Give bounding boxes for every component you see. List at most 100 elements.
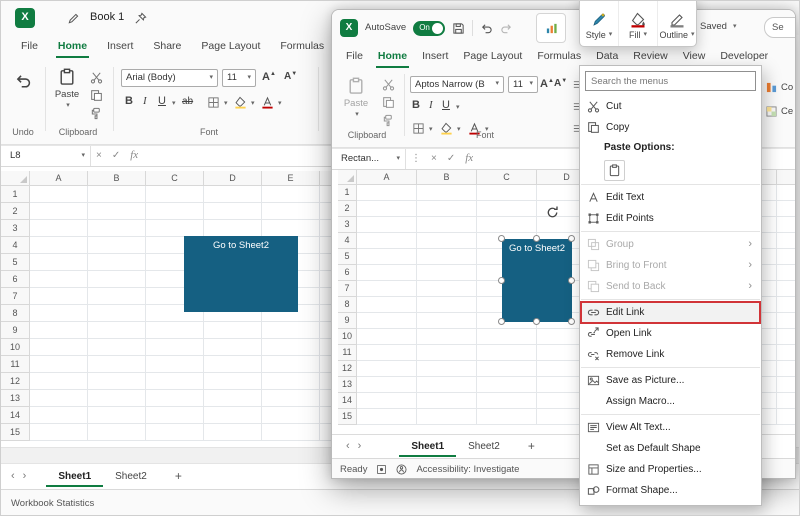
underline-button[interactable]: U: [442, 99, 450, 112]
row-header-5[interactable]: 5: [1, 254, 30, 271]
row-header-6[interactable]: 6: [338, 265, 357, 281]
cell-c13[interactable]: [477, 377, 537, 393]
row-header-14[interactable]: 14: [1, 407, 30, 424]
column-header-a[interactable]: A: [357, 170, 417, 185]
cell-a7[interactable]: [30, 288, 88, 305]
mini-toolbar-style[interactable]: Style ▾: [580, 1, 619, 46]
chevron-down-icon[interactable]: ▾: [224, 100, 228, 108]
cell-e11[interactable]: [262, 356, 320, 373]
cell-a11[interactable]: [357, 345, 417, 361]
cell-c14[interactable]: [146, 407, 204, 424]
cell-a14[interactable]: [357, 393, 417, 409]
cell-f3[interactable]: [320, 220, 331, 237]
fill-color-icon[interactable]: [234, 96, 247, 109]
cell-b15[interactable]: [417, 409, 477, 425]
row-header-4[interactable]: 4: [1, 237, 30, 254]
cell-c9[interactable]: [146, 322, 204, 339]
accessibility-label[interactable]: Accessibility: Investigate: [416, 464, 519, 475]
row-header-2[interactable]: 2: [338, 201, 357, 217]
rotate-handle[interactable]: [545, 205, 560, 220]
cell-c1[interactable]: [146, 186, 204, 203]
cell-c1[interactable]: [477, 185, 537, 201]
undo-icon[interactable]: [480, 22, 493, 35]
workbook-statistics-label[interactable]: Workbook Statistics: [11, 498, 94, 509]
cell-a15[interactable]: [357, 409, 417, 425]
ribbon-tab-share[interactable]: Share: [151, 36, 183, 59]
cell-b8[interactable]: [417, 297, 477, 313]
formula-input[interactable]: [143, 146, 331, 166]
chevron-down-icon[interactable]: ▾: [278, 100, 282, 108]
cut-icon[interactable]: [90, 71, 103, 84]
resize-handle-ne[interactable]: [568, 235, 575, 242]
bold-button[interactable]: B: [125, 95, 133, 108]
resize-handle-w[interactable]: [498, 277, 505, 284]
row-header-11[interactable]: 11: [338, 345, 357, 361]
menu-item-edit-points[interactable]: Edit Points: [580, 208, 761, 229]
cell-a13[interactable]: [357, 377, 417, 393]
cell-a3[interactable]: [30, 220, 88, 237]
menu-item-edit-link[interactable]: Edit Link: [580, 301, 761, 324]
menu-item-view-alt-text[interactable]: View Alt Text...: [580, 417, 761, 438]
menu-item-remove-link[interactable]: Remove Link: [580, 344, 761, 365]
cell-h12[interactable]: [777, 361, 795, 377]
cell-a15[interactable]: [30, 424, 88, 441]
cell-b2[interactable]: [88, 203, 146, 220]
grow-font-icon[interactable]: A▲: [540, 78, 554, 91]
cell-f2[interactable]: [320, 203, 331, 220]
cell-f6[interactable]: [320, 271, 331, 288]
row-header-15[interactable]: 15: [338, 409, 357, 425]
cell-d2[interactable]: [204, 203, 262, 220]
cell-b4[interactable]: [88, 237, 146, 254]
cell-f11[interactable]: [320, 356, 331, 373]
row-header-8[interactable]: 8: [338, 297, 357, 313]
font-name-box[interactable]: Arial (Body) ▾: [121, 69, 218, 87]
italic-button[interactable]: I: [429, 99, 433, 112]
cell-f8[interactable]: [320, 305, 331, 322]
cell-b5[interactable]: [417, 249, 477, 265]
saved-status[interactable]: Saved ▾: [700, 21, 736, 32]
cell-h2[interactable]: [777, 201, 795, 217]
pin-icon[interactable]: [134, 11, 147, 25]
cell-c11[interactable]: [146, 356, 204, 373]
cell-a6[interactable]: [30, 271, 88, 288]
ribbon-tab-file[interactable]: File: [19, 36, 40, 59]
shrink-font-icon[interactable]: A▼: [554, 78, 567, 90]
row-header-9[interactable]: 9: [1, 322, 30, 339]
cancel-icon[interactable]: ×: [426, 153, 442, 165]
ribbon-tab-page-layout[interactable]: Page Layout: [461, 46, 524, 68]
cell-e13[interactable]: [262, 390, 320, 407]
cell-b10[interactable]: [417, 329, 477, 345]
paste-option-button[interactable]: [604, 159, 625, 181]
cell-b1[interactable]: [417, 185, 477, 201]
row-header-14[interactable]: 14: [338, 393, 357, 409]
format-painter-icon[interactable]: [382, 114, 395, 127]
macro-record-icon[interactable]: [376, 464, 387, 475]
cell-h7[interactable]: [777, 281, 795, 297]
resize-handle-se[interactable]: [568, 318, 575, 325]
ribbon-tab-insert[interactable]: Insert: [105, 36, 135, 59]
cell-b7[interactable]: [88, 288, 146, 305]
search-box[interactable]: Se: [764, 17, 795, 38]
ribbon-tab-insert[interactable]: Insert: [420, 46, 450, 68]
cell-a1[interactable]: [357, 185, 417, 201]
select-all-corner[interactable]: [1, 171, 30, 186]
cell-b6[interactable]: [417, 265, 477, 281]
cell-a4[interactable]: [357, 233, 417, 249]
cell-a8[interactable]: [30, 305, 88, 322]
cell-b6[interactable]: [88, 271, 146, 288]
cell-b14[interactable]: [88, 407, 146, 424]
grow-font-icon[interactable]: A▲: [262, 71, 276, 84]
cell-a2[interactable]: [357, 201, 417, 217]
menu-item-set-as-default-shape[interactable]: Set as Default Shape: [580, 438, 761, 459]
sheet-tab-sheet1[interactable]: Sheet1: [399, 436, 457, 457]
cell-a10[interactable]: [30, 339, 88, 356]
row-header-12[interactable]: 12: [1, 373, 30, 390]
cut-icon[interactable]: [382, 78, 395, 91]
cell-f7[interactable]: [320, 288, 331, 305]
format-painter-icon[interactable]: [90, 107, 103, 120]
prev-sheet-icon[interactable]: ‹: [7, 470, 19, 483]
cell-c10[interactable]: [146, 339, 204, 356]
undo-button[interactable]: [7, 71, 39, 91]
prev-sheet-icon[interactable]: ‹: [342, 440, 354, 453]
cell-b12[interactable]: [417, 361, 477, 377]
